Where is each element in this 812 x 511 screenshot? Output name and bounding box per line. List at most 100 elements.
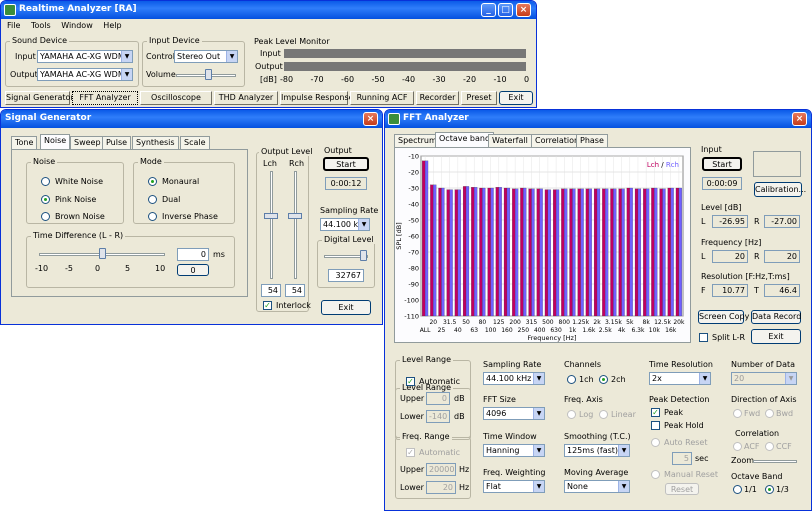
peak-checkbox[interactable]: ✓: [651, 408, 660, 417]
input-level-meter: [284, 49, 526, 58]
bwd-radio[interactable]: [765, 409, 774, 418]
tab-octave-band[interactable]: Octave band: [435, 132, 495, 147]
freq-lower-field[interactable]: 20: [426, 481, 456, 494]
preset-button[interactable]: Preset: [461, 91, 497, 105]
tab-sweep[interactable]: Sweep: [70, 136, 105, 149]
peak-hold-checkbox[interactable]: ✓: [651, 421, 660, 430]
tab-waterfall[interactable]: Waterfall: [488, 134, 532, 147]
main-title-bar[interactable]: Realtime Analyzer [RA] _ □ ×: [1, 1, 536, 19]
fft-sampling-select[interactable]: 44.100 kHz ▼: [483, 372, 545, 385]
freq-upper-field[interactable]: 20000: [426, 463, 456, 476]
tab-spectrum[interactable]: Spectrum: [394, 134, 441, 147]
fft-exit-button[interactable]: Exit: [751, 329, 801, 344]
output-device-select[interactable]: YAMAHA AC-XG WDM ▼: [37, 68, 133, 81]
tab-synthesis[interactable]: Synthesis: [132, 136, 179, 149]
pink-noise-radio[interactable]: [41, 195, 50, 204]
ch2-radio[interactable]: [599, 375, 608, 384]
data-record-button[interactable]: Data Record: [751, 310, 801, 324]
siggen-title-bar[interactable]: Signal Generator ×: [1, 110, 382, 128]
freq-auto-checkbox[interactable]: ✓: [406, 448, 415, 457]
time-difference-thumb[interactable]: [99, 248, 106, 259]
inverse-phase-radio[interactable]: [148, 212, 157, 221]
moving-avg-label: Moving Average: [564, 468, 629, 477]
chart-bar: [667, 187, 671, 317]
signal-generator-button[interactable]: Signal Generator: [5, 91, 74, 105]
thd-analyzer-button[interactable]: THD Analyzer: [214, 91, 278, 105]
rch-slider[interactable]: [294, 171, 297, 279]
ccf-radio[interactable]: [765, 442, 774, 451]
octave-1-3-radio[interactable]: [765, 485, 774, 494]
rch-slider-thumb[interactable]: [288, 213, 302, 219]
lch-slider-thumb[interactable]: [264, 213, 278, 219]
close-icon[interactable]: ×: [516, 3, 531, 17]
recorder-button[interactable]: Recorder: [416, 91, 459, 105]
calibration-button[interactable]: Calibration...: [754, 182, 806, 197]
tab-phase[interactable]: Phase: [576, 134, 608, 147]
interlock-checkbox[interactable]: ✓: [263, 301, 272, 310]
fft-size-select[interactable]: 4096 ▼: [483, 407, 545, 420]
reset-zero-button[interactable]: 0: [177, 264, 209, 276]
fft-start-button[interactable]: Start: [702, 157, 742, 171]
maximize-icon[interactable]: □: [498, 3, 513, 17]
freq-weighting-select[interactable]: Flat ▼: [483, 480, 545, 493]
tab-noise[interactable]: Noise: [40, 134, 71, 149]
tab-pulse[interactable]: Pulse: [102, 136, 132, 149]
tab-tone[interactable]: Tone: [11, 136, 38, 149]
acf-radio[interactable]: [733, 442, 742, 451]
zoom-slider[interactable]: [753, 460, 797, 463]
tab-scale[interactable]: Scale: [180, 136, 210, 149]
screen-copy-button[interactable]: Screen Copy: [698, 310, 749, 324]
dual-radio[interactable]: [148, 195, 157, 204]
peak-label: Peak: [664, 408, 683, 417]
manual-reset-radio[interactable]: [651, 470, 660, 479]
close-icon[interactable]: ×: [792, 112, 807, 126]
moving-avg-select[interactable]: None ▼: [564, 480, 630, 493]
chart-bar: [471, 187, 475, 317]
minimize-icon[interactable]: _: [481, 3, 496, 17]
menu-file[interactable]: File: [7, 21, 20, 30]
menu-help[interactable]: Help: [103, 21, 121, 30]
fft-analyzer-button[interactable]: FFT Analyzer: [72, 91, 138, 105]
brown-noise-radio[interactable]: [41, 212, 50, 221]
close-icon[interactable]: ×: [363, 112, 378, 126]
auto-reset-sec-field[interactable]: 5: [672, 452, 692, 465]
time-window-select[interactable]: Hanning ▼: [483, 444, 545, 457]
siggen-exit-button[interactable]: Exit: [321, 300, 371, 315]
start-output-button[interactable]: Start: [323, 157, 369, 171]
menu-tools[interactable]: Tools: [31, 21, 51, 30]
time-difference-field[interactable]: 0: [177, 248, 209, 261]
lch-slider[interactable]: [270, 171, 273, 279]
auto-reset-radio[interactable]: [651, 438, 660, 447]
linear-radio[interactable]: [599, 410, 608, 419]
octave-1-1-radio[interactable]: [733, 485, 742, 494]
reset-button[interactable]: Reset: [665, 483, 699, 495]
digital-level-field[interactable]: 32767: [328, 269, 364, 282]
rch-level-field[interactable]: 54: [285, 284, 305, 297]
siggen-sampling-select[interactable]: 44.100 kHz ▼: [320, 218, 370, 231]
volume-slider-thumb[interactable]: [205, 69, 212, 80]
time-res-select[interactable]: 2x ▼: [649, 372, 711, 385]
chart-bar: [430, 184, 434, 317]
inverse-phase-label: Inverse Phase: [162, 212, 218, 221]
oscilloscope-button[interactable]: Oscilloscope: [140, 91, 212, 105]
monaural-radio[interactable]: [148, 177, 157, 186]
split-lr-checkbox[interactable]: ✓: [699, 333, 708, 342]
menu-window[interactable]: Window: [61, 21, 93, 30]
input-device-select[interactable]: YAMAHA AC-XG WDM ▼: [37, 50, 133, 63]
log-radio[interactable]: [567, 410, 576, 419]
chart-bar: [520, 187, 524, 317]
white-noise-radio[interactable]: [41, 177, 50, 186]
fft-title-bar[interactable]: FFT Analyzer ×: [385, 110, 811, 128]
digital-level-thumb[interactable]: [360, 250, 367, 261]
lch-level-field[interactable]: 54: [261, 284, 281, 297]
ch1-radio[interactable]: [567, 375, 576, 384]
white-noise-label: White Noise: [55, 177, 103, 186]
sec-label: sec: [695, 454, 709, 463]
control-select[interactable]: Stereo Out ▼: [174, 50, 238, 63]
smoothing-select[interactable]: 125ms (fast) ▼: [564, 444, 630, 457]
num-data-select[interactable]: 20 ▼: [731, 372, 797, 385]
exit-button[interactable]: Exit: [499, 91, 533, 105]
impulse-response-button[interactable]: Impulse Response: [280, 91, 354, 105]
running-acf-button[interactable]: Running ACF: [350, 91, 414, 105]
fwd-radio[interactable]: [733, 409, 742, 418]
